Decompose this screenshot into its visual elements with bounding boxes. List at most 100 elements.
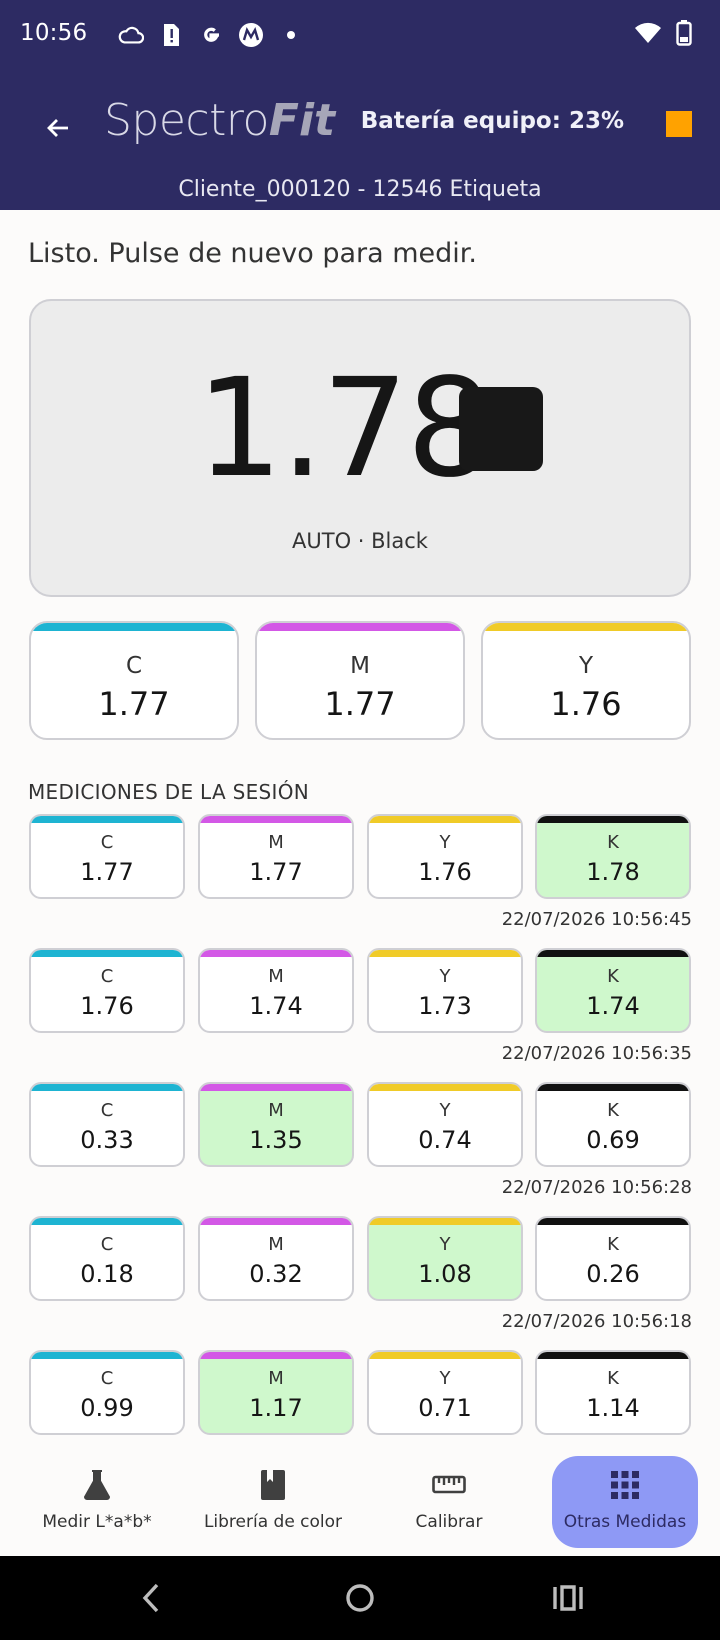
cell-label: K [607,1234,619,1255]
cell-value: 0.26 [586,1260,640,1288]
cell-label: C [100,1234,114,1255]
back-button[interactable] [40,110,76,146]
cell-value: 1.35 [249,1126,303,1154]
session-cell: M 1.74 [198,948,354,1033]
cell-value: 1.74 [586,992,640,1020]
system-back-button[interactable] [132,1578,172,1618]
cell-value: 0.18 [80,1260,134,1288]
cell-label: K [607,966,619,987]
device-battery-indicator [666,111,692,137]
session-cell: C 1.76 [29,948,185,1033]
cell-label: K [607,1368,619,1389]
session-cell: Y 0.71 [367,1350,523,1435]
session-cell: Y 1.73 [367,948,523,1033]
cell-value: 1.73 [418,992,472,1020]
cell-value: 0.33 [80,1126,134,1154]
cell-value: 1.76 [80,992,134,1020]
session-row[interactable]: C 0.33 M 1.35 Y 0.74 K 0.69 22/07/2026 10:56… [0,1082,720,1212]
cloud-icon [118,22,144,48]
cell-color-bar [200,816,352,823]
cell-label: C [100,832,114,853]
cell-label: C [100,966,114,987]
nav-libreria-color[interactable]: Librería de color [190,1456,356,1548]
reading-card[interactable]: 1.78 AUTO · Black [29,299,691,597]
session-cell: M 0.32 [198,1216,354,1301]
cell-color-bar [31,1352,183,1359]
cell-color-bar [537,1352,689,1359]
cell-label: K [607,832,619,853]
cell-color-bar [31,816,183,823]
system-nav-bar [0,1556,720,1640]
app-header: 10:56 SpectroFit Batería equipo: 23% Cli… [0,0,720,210]
nav-label: Calibrar [415,1512,483,1532]
status-message: Listo. Pulse de nuevo para medir. [28,238,478,269]
nav-calibrar[interactable]: Calibrar [366,1456,532,1548]
arrow-left-icon [47,119,68,137]
cmy-value: 1.77 [98,685,170,723]
cmy-card-y: Y 1.76 [481,621,691,740]
cmy-label: C [125,653,143,679]
session-cell: M 1.17 [198,1350,354,1435]
session-cell: C 0.33 [29,1082,185,1167]
logo-spectro: Spectro [104,95,269,146]
cmy-label: M [350,653,370,679]
session-cell: C 1.77 [29,814,185,899]
home-icon [346,1584,374,1612]
nav-label: Medir L*a*b* [42,1512,152,1532]
session-cell: C 0.18 [29,1216,185,1301]
cell-label: Y [439,966,451,987]
cell-color-bar [537,1084,689,1091]
bottom-nav: Medir L*a*b* Librería de color Calibrar … [0,1452,720,1556]
grid-icon [611,1471,639,1499]
session-row[interactable]: C 0.18 M 0.32 Y 1.08 K 0.26 22/07/2026 10:56… [0,1216,720,1346]
system-home-button[interactable] [340,1578,380,1618]
book-icon [261,1470,285,1500]
cell-label: M [268,832,284,853]
cmy-card-m: M 1.77 [255,621,465,740]
cell-value: 1.74 [249,992,303,1020]
cmy-value: 1.77 [324,685,396,723]
cmy-color-bar [31,623,237,631]
session-cell: K 0.69 [535,1082,691,1167]
session-cell: M 1.35 [198,1082,354,1167]
session-row[interactable]: C 1.76 M 1.74 Y 1.73 K 1.74 22/07/2026 10:56… [0,948,720,1078]
session-cell: K 0.26 [535,1216,691,1301]
cell-value: 1.14 [586,1394,640,1422]
cell-label: C [100,1100,114,1121]
cell-color-bar [369,816,521,823]
system-recents-button[interactable] [548,1578,588,1618]
session-row[interactable]: C 0.99 M 1.17 Y 0.71 K 1.14 [0,1350,720,1440]
session-cell: K 1.74 [535,948,691,1033]
session-timestamp: 22/07/2026 10:56:35 [501,1043,692,1064]
nav-medir-lab[interactable]: Medir L*a*b* [14,1456,180,1548]
cell-label: Y [439,1368,451,1389]
nav-otras-medidas[interactable]: Otras Medidas [552,1456,698,1548]
cell-label: C [100,1368,114,1389]
cell-value: 1.08 [418,1260,472,1288]
wifi-icon [634,21,662,49]
cell-value: 0.32 [249,1260,303,1288]
cell-color-bar [31,950,183,957]
cmy-value: 1.76 [550,685,622,723]
cell-value: 1.77 [249,858,303,886]
cell-color-bar [369,1352,521,1359]
session-timestamp: 22/07/2026 10:56:45 [501,909,692,930]
cell-value: 1.78 [586,858,640,886]
session-cell: Y 1.08 [367,1216,523,1301]
cell-color-bar [31,1084,183,1091]
cell-color-bar [200,1218,352,1225]
cell-value: 0.99 [80,1394,134,1422]
cell-value: 0.74 [418,1126,472,1154]
nav-label: Otras Medidas [563,1512,687,1532]
ruler-icon [432,1475,466,1494]
cell-value: 0.71 [418,1394,472,1422]
cell-label: M [268,1368,284,1389]
recents-icon [553,1585,583,1611]
session-cell: M 1.77 [198,814,354,899]
motorola-icon [238,22,264,48]
battery-icon [676,20,692,50]
nav-label: Librería de color [203,1512,343,1532]
session-timestamp: 22/07/2026 10:56:28 [501,1177,692,1198]
session-title: MEDICIONES DE LA SESIÓN [28,780,310,804]
session-row[interactable]: C 1.77 M 1.77 Y 1.76 K 1.78 22/07/2026 10:56… [0,814,720,944]
